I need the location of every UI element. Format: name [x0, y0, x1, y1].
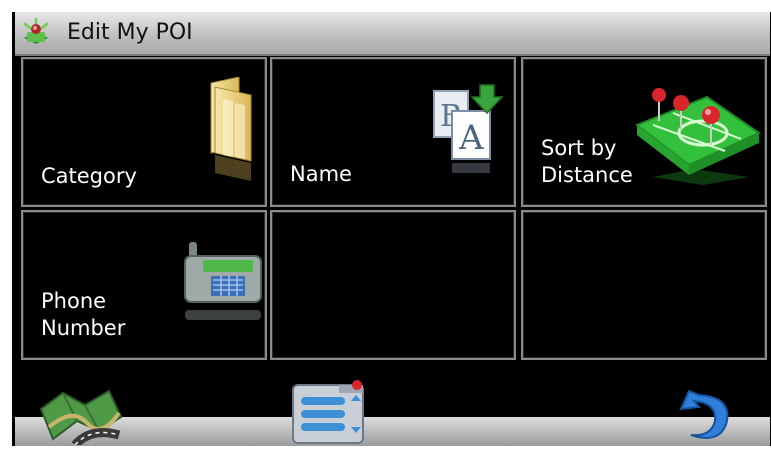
- phone-label-line1: Phone: [41, 289, 107, 313]
- category-label: Category: [41, 164, 137, 188]
- empty-tile-2: [521, 210, 767, 360]
- svg-text:A: A: [458, 118, 484, 158]
- bottom-toolbar: [15, 367, 770, 446]
- name-label: Name: [290, 162, 352, 186]
- sort-by-distance-tile[interactable]: Sort by Distance: [521, 57, 767, 207]
- empty-tile-1: [270, 210, 516, 360]
- map-pins-icon: [634, 88, 762, 185]
- sort-by-label-line1: Sort by: [541, 136, 617, 160]
- category-tile[interactable]: Category: [21, 57, 267, 207]
- name-tile[interactable]: B A Name: [270, 57, 516, 207]
- phone-label-line2: Number: [41, 316, 126, 340]
- rename-letters-icon: B A: [433, 84, 504, 173]
- bottom-strip: [15, 417, 770, 446]
- sort-by-label-line2: Distance: [541, 163, 633, 187]
- phone-fax-icon: [184, 242, 262, 320]
- map-icon[interactable]: [39, 387, 123, 445]
- window-title: Edit My POI: [67, 20, 193, 45]
- folder-icon: [210, 77, 252, 181]
- app-frame: Edit My POI Category B: [12, 12, 771, 446]
- phone-number-tile[interactable]: Phone Number: [21, 210, 267, 360]
- screen: Edit My POI Category B: [0, 0, 771, 451]
- menu-list-icon[interactable]: [291, 379, 369, 445]
- back-arrow-icon[interactable]: [675, 387, 735, 445]
- title-bar: Edit My POI: [15, 12, 770, 56]
- poi-app-icon: [23, 18, 49, 44]
